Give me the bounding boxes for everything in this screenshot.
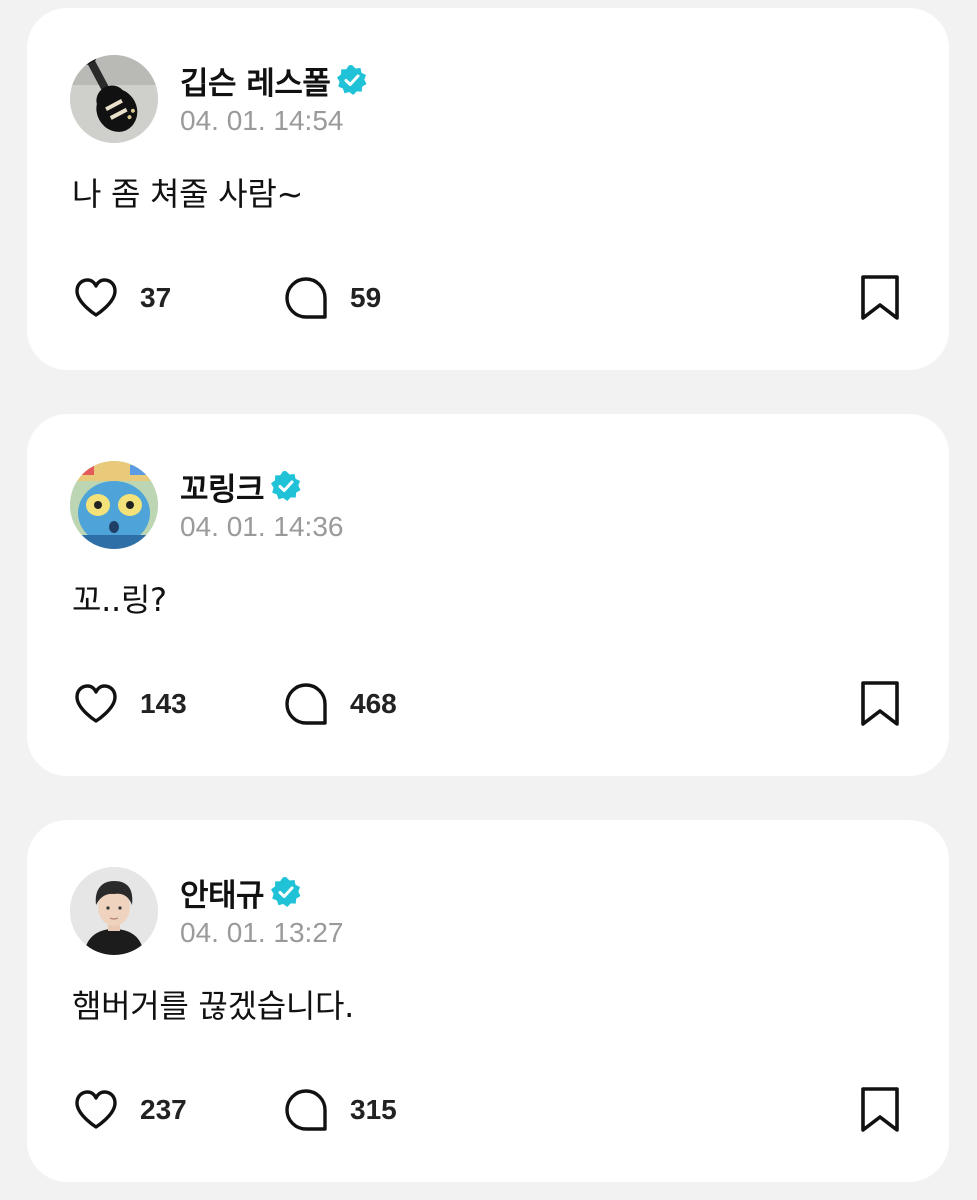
- person-avatar[interactable]: [70, 867, 158, 955]
- post-actions: 37 59: [72, 273, 904, 323]
- post-timestamp: 04. 01. 13:27: [180, 917, 344, 948]
- blue-creature-avatar[interactable]: [70, 461, 158, 549]
- comment-count: 315: [350, 1094, 397, 1125]
- post-card[interactable]: 깁슨 레스폴 04. 01. 14:54 나 좀 쳐줄 사람~ 37 59: [27, 8, 949, 370]
- like-count: 143: [140, 688, 187, 719]
- speech-bubble-icon: [285, 1089, 327, 1131]
- author-row: 꼬링크: [180, 464, 302, 508]
- like-button[interactable]: 143: [72, 679, 187, 729]
- post-text: 햄버거를 끊겠습니다.: [72, 987, 355, 1025]
- like-button[interactable]: 237: [72, 1085, 187, 1135]
- verified-badge-icon: [271, 877, 301, 907]
- post-text: 나 좀 쳐줄 사람~: [72, 175, 303, 213]
- guitar-avatar-image: [70, 55, 158, 143]
- bookmark-button[interactable]: [856, 679, 904, 729]
- person-avatar-image: [70, 867, 158, 955]
- author-name[interactable]: 꼬링크: [180, 464, 265, 509]
- heart-icon: [75, 684, 117, 723]
- post-timestamp: 04. 01. 14:36: [180, 511, 344, 542]
- bookmark-icon: [861, 1087, 899, 1132]
- like-count: 237: [140, 1094, 187, 1125]
- guitar-avatar[interactable]: [70, 55, 158, 143]
- author-name[interactable]: 깁슨 레스폴: [180, 58, 331, 103]
- post-actions: 237 315: [72, 1085, 904, 1135]
- like-count: 37: [140, 282, 172, 313]
- comment-button[interactable]: 315: [282, 1085, 397, 1135]
- heart-icon: [75, 278, 117, 317]
- post-card[interactable]: 안태규 04. 01. 13:27 햄버거를 끊겠습니다. 237 315: [27, 820, 949, 1182]
- post-timestamp: 04. 01. 14:54: [180, 105, 344, 136]
- verified-badge-icon: [271, 471, 301, 501]
- bookmark-icon: [861, 275, 899, 320]
- comment-count: 59: [350, 282, 382, 313]
- bookmark-button[interactable]: [856, 1085, 904, 1135]
- speech-bubble-icon: [285, 683, 327, 725]
- author-row: 안태규: [180, 870, 302, 914]
- comment-button[interactable]: 59: [282, 273, 381, 323]
- post-feed: 깁슨 레스폴 04. 01. 14:54 나 좀 쳐줄 사람~ 37 59 꼬링…: [0, 0, 977, 1200]
- comment-count: 468: [350, 688, 397, 719]
- speech-bubble-icon: [285, 277, 327, 319]
- bookmark-button[interactable]: [856, 273, 904, 323]
- post-actions: 143 468: [72, 679, 904, 729]
- post-card[interactable]: 꼬링크 04. 01. 14:36 꼬..링? 143 468: [27, 414, 949, 776]
- comment-button[interactable]: 468: [282, 679, 397, 729]
- author-name[interactable]: 안태규: [180, 870, 265, 915]
- like-button[interactable]: 37: [72, 273, 171, 323]
- bookmark-icon: [861, 681, 899, 726]
- heart-icon: [75, 1090, 117, 1129]
- post-text: 꼬..링?: [72, 581, 167, 619]
- verified-badge-icon: [337, 65, 367, 95]
- blue-creature-avatar-image: [70, 461, 158, 549]
- author-row: 깁슨 레스폴: [180, 58, 368, 102]
